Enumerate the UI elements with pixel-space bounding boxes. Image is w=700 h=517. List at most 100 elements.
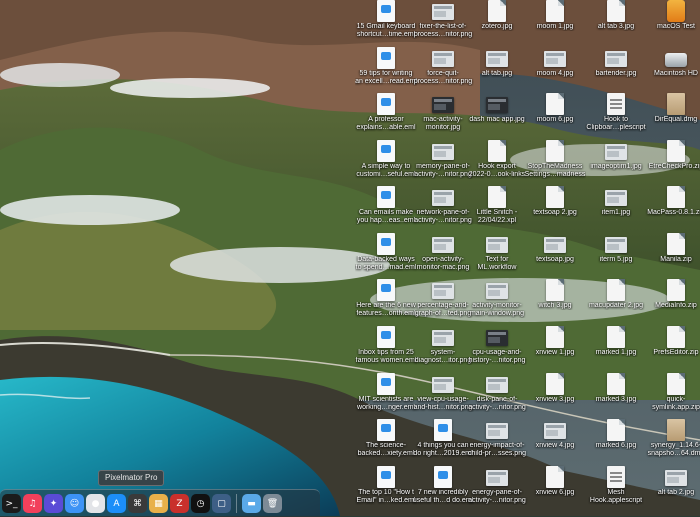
archiver-icon[interactable]: Z (170, 494, 189, 513)
desktop-file-icon[interactable]: network-pane-of-activity-…nitor.png (412, 186, 474, 234)
terminal-icon[interactable]: >_ (2, 494, 21, 513)
desktop-file-icon[interactable]: xnview 1.jpg (524, 326, 586, 374)
desktop-file-icon[interactable]: activity-monitor-main-window.png (466, 279, 528, 327)
desktop-file-icon[interactable]: DirEqual.dmg (645, 93, 700, 141)
document-icon (546, 373, 564, 395)
script-file-icon (607, 93, 625, 115)
desktop-file-icon[interactable]: quick-symlink.app.zip (645, 373, 700, 421)
desktop-file-icon[interactable]: Macintosh HD (645, 47, 700, 95)
desktop-file-icon[interactable]: Little Snitch -22/04/22.xpl (466, 186, 528, 234)
desktop-file-icon[interactable]: witch 3.jpg (524, 279, 586, 327)
desktop-file-icon[interactable]: textsoap 2.jpg (524, 186, 586, 234)
desktop-file-icon[interactable]: mac-activity-monitor.jpg (412, 93, 474, 141)
desktop-file-icon[interactable]: item1.jpg (585, 186, 647, 234)
file-name-label: marked 3.jpg (595, 396, 637, 403)
desktop-file-icon[interactable]: PrefsEditor.zip (645, 326, 700, 374)
desktop-file-icon[interactable]: marked 6.jpg (585, 419, 647, 467)
desktop-file-icon[interactable]: A simple way to customi…seful.eml (355, 140, 417, 188)
file-name-label: system- (430, 349, 456, 356)
screenshot-app-icon[interactable]: ▢ (212, 494, 231, 513)
desktop-file-icon[interactable]: percentage-and-graph-of…ted.png (412, 279, 474, 327)
desktop-file-icon[interactable]: moom 1.jpg (524, 0, 586, 48)
desktop-file-icon[interactable]: Mesh Hook.applescript (585, 466, 647, 514)
desktop-file-icon[interactable]: zotero.jpg (466, 0, 528, 48)
desktop-file-icon[interactable]: iterm 5.jpg (585, 233, 647, 281)
desktop-file-icon[interactable]: synergy_1.14.6- snapsho…64.dmg (645, 419, 700, 467)
desktop-file-icon[interactable]: moom 4.jpg (524, 47, 586, 95)
desktop-file-icon[interactable]: xnview 3.jpg (524, 373, 586, 421)
desktop-file-icon[interactable]: energy-pane-of-activity-…nitor.png (466, 466, 528, 514)
file-name-label-line2: shortcut…time.eml (356, 31, 416, 38)
desktop-file-icon[interactable]: open-activity-monitor-mac.png (412, 233, 474, 281)
trash-icon[interactable]: 🗑 (263, 494, 282, 513)
desktop-file-icon[interactable]: view-cpu-usage-and-hist…nitor.png (412, 373, 474, 421)
keyboard-maestro-icon[interactable]: ⌘ (128, 494, 147, 513)
launchpad-icon[interactable]: ✦ (44, 494, 63, 513)
file-name-label: macOS Test (657, 23, 695, 30)
desktop-file-icon[interactable]: system-diagnost…itor.png (412, 326, 474, 374)
desktop-file-icon[interactable]: Text for ML.workflow (466, 233, 528, 281)
desktop-file-icon[interactable]: alt tab.jpg (466, 47, 528, 95)
desktop-file-icon[interactable]: MacPass-0.8.1.zip (645, 186, 700, 234)
desktop-file-icon[interactable]: marked 3.jpg (585, 373, 647, 421)
file-name-label: A simple way to (361, 163, 411, 170)
photo-app-icon[interactable]: ▦ (149, 494, 168, 513)
file-name-label-line2: monitor-mac.png (416, 264, 470, 271)
dock-tooltip: Pixelmator Pro (98, 470, 165, 486)
desktop-file-icon[interactable]: Hook to Clipboar…plescript (585, 93, 647, 141)
desktop-file-icon[interactable]: force-quit-process…nitor.png (412, 47, 474, 95)
desktop-file-icon[interactable]: textsoap.jpg (524, 233, 586, 281)
desktop-file-icon[interactable]: Can emails make you hap…eas..eml (355, 186, 417, 234)
desktop-file-icon[interactable]: Hook export 2022-0…ook-links (466, 140, 528, 188)
desktop-file-icon[interactable]: Inbox tips from 25 famous women.eml (355, 326, 417, 374)
file-name-label: marked 1.jpg (595, 349, 637, 356)
desktop-file-icon[interactable]: MediaInfo.zip (645, 279, 700, 327)
desktop-file-icon[interactable]: dash mac app.jpg (466, 93, 528, 141)
desktop-file-icon[interactable]: MIT scientists are working…nger.eml (355, 373, 417, 421)
desktop-file-icon[interactable]: energy-impact-of-child-pr…sses.png (466, 419, 528, 467)
desktop-file-icon[interactable]: bartender.jpg (585, 47, 647, 95)
desktop-file-icon[interactable]: xnview 6.jpg (524, 466, 586, 514)
desktop-file-icon[interactable]: The science-backed…xiety.eml (355, 419, 417, 467)
pixelmator-icon[interactable]: ● (86, 494, 105, 513)
desktop-file-icon[interactable]: marked 1.jpg (585, 326, 647, 374)
desktop-file-icon[interactable]: 15 Gmail keyboard shortcut…time.eml (355, 0, 417, 48)
desktop-file-icon[interactable]: moom 6.jpg (524, 93, 586, 141)
desktop-file-icon[interactable]: memory-pane-of-activity-…nitor.png (412, 140, 474, 188)
email-file-icon (377, 466, 395, 488)
desktop-file-icon[interactable]: macOS Test (645, 0, 700, 48)
desktop-file-icon[interactable]: macupdater 2.jpg (585, 279, 647, 327)
desktop-file-icon[interactable]: alt tab 3.jpg (585, 0, 647, 48)
desktop-file-icon[interactable]: alt tab 2.jpg (645, 466, 700, 514)
desktop-file-icon[interactable]: disk-pane-of-activity-…nitor.png (466, 373, 528, 421)
desktop-file-icon[interactable]: StopTheMadness Settings…madness (524, 140, 586, 188)
document-icon (488, 0, 506, 22)
desktop-file-icon[interactable]: Manila.zip (645, 233, 700, 281)
email-file-icon (377, 419, 395, 441)
file-name-label: marked 6.jpg (595, 442, 637, 449)
folder-icon[interactable]: ▬ (242, 494, 261, 513)
music-icon[interactable]: ♫ (23, 494, 42, 513)
file-name-label-line2: features…onth.eml (356, 310, 416, 317)
desktop-file-icon[interactable]: xnview 4.jpg (524, 419, 586, 467)
desktop-file-icon[interactable]: 7 new incredibly useful th…d do.eml (412, 466, 474, 514)
email-file-icon (377, 186, 395, 208)
screenshot-thumbnail-icon (665, 470, 687, 486)
desktop-file-icon[interactable]: A professor explains…able.eml (355, 93, 417, 141)
desktop-file-icon[interactable]: Here are the 6 new features…onth.eml (355, 279, 417, 327)
file-name-label-line2: backed…xiety.eml (357, 450, 415, 457)
desktop-file-icon[interactable]: cpu-usage-and-history-…nitor.png (466, 326, 528, 374)
desktop-file-icon[interactable]: EtreCheckPro.zip (645, 140, 700, 188)
desktop-file-icon[interactable]: imageoptim1.jpg (585, 140, 647, 188)
app-store-icon[interactable]: A (107, 494, 126, 513)
clock-icon[interactable]: ◷ (191, 494, 210, 513)
desktop-file-icon[interactable]: 4 things you can do right…2019.eml (412, 419, 474, 467)
desktop-file-icon[interactable]: 59 tips for writing an excell…read.eml (355, 47, 417, 95)
finder-icon[interactable]: ☺ (65, 494, 84, 513)
desktop-file-icon[interactable]: Data-backed ways to spend…mad.eml (355, 233, 417, 281)
screenshot-thumbnail-icon (432, 51, 454, 67)
file-name-label-line2: 22/04/22.xpl (477, 217, 517, 224)
desktop-file-icon[interactable]: fixer-the-list-of-process…nitor.png (412, 0, 474, 48)
desktop-file-icon[interactable]: The top 10 "How t Email" in…ked.eml (355, 466, 417, 514)
screenshot-thumbnail-icon (432, 4, 454, 20)
